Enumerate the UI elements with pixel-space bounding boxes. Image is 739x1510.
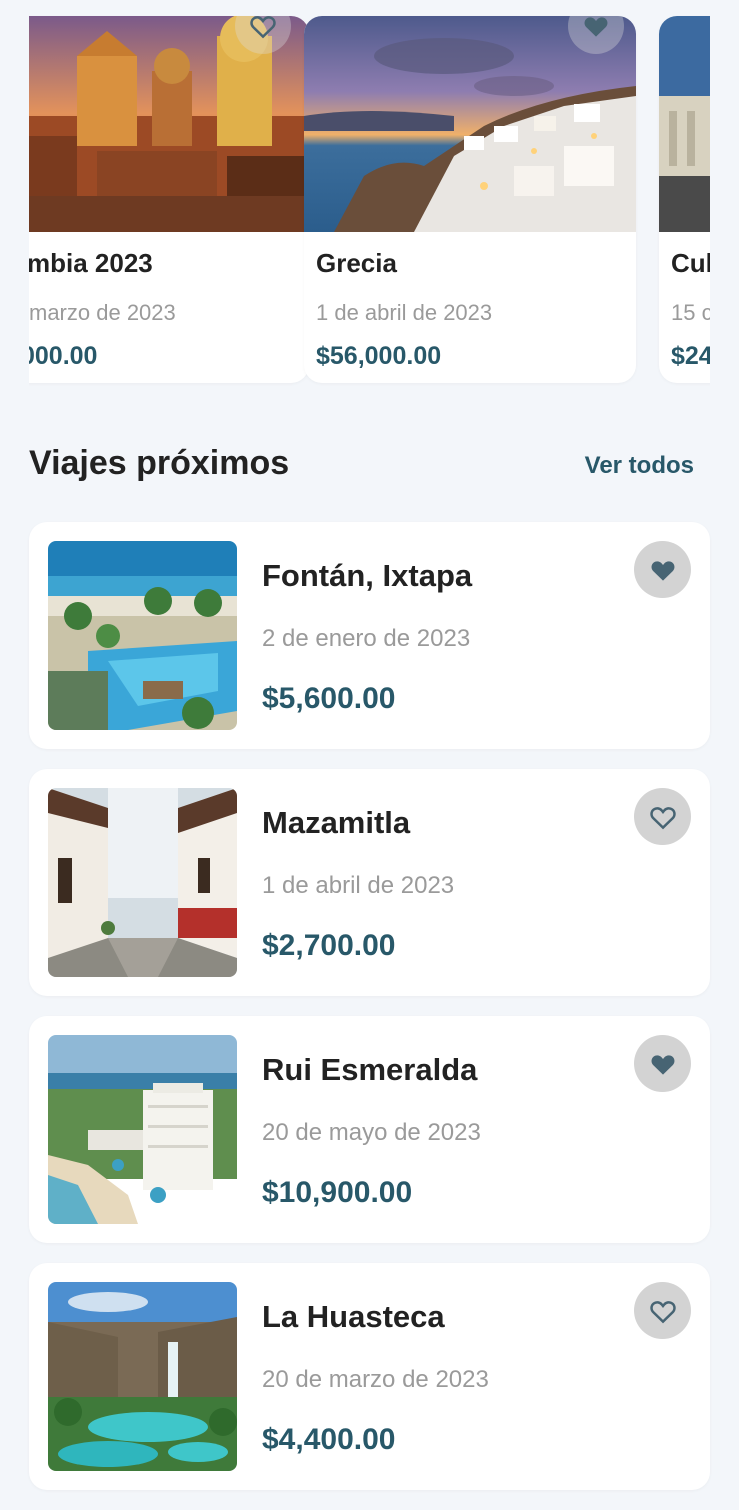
featured-trip-card[interactable]: Grecia 1 de abril de 2023 $56,000.00 <box>304 16 636 383</box>
favorite-button[interactable] <box>634 1282 691 1339</box>
featured-trip-card[interactable]: mbia 2023 marzo de 2023 000.00 <box>29 16 309 383</box>
featured-trip-title: Cul <box>671 248 710 278</box>
featured-trip-title: mbia 2023 <box>29 248 153 278</box>
favorite-button[interactable] <box>634 541 691 598</box>
heart-outline-icon <box>649 1300 676 1323</box>
trip-thumbnail <box>48 788 237 977</box>
trip-date: 2 de enero de 2023 <box>262 625 471 652</box>
trip-thumbnail <box>48 1035 237 1224</box>
featured-trip-date: marzo de 2023 <box>29 300 176 325</box>
trip-price: $4,400.00 <box>262 1423 396 1456</box>
heart-filled-icon <box>584 17 608 37</box>
featured-trip-price: $24 <box>671 342 710 370</box>
featured-trips-carousel[interactable]: mbia 2023 marzo de 2023 000.00 <box>29 0 710 400</box>
upcoming-trips-list: Fontán, Ixtapa 2 de enero de 2023 $5,600… <box>29 522 710 1510</box>
trip-card[interactable]: Rui Esmeralda 20 de mayo de 2023 $10,900… <box>29 1016 710 1243</box>
heart-outline-icon <box>649 806 676 829</box>
trip-card[interactable]: Mazamitla 1 de abril de 2023 $2,700.00 <box>29 769 710 996</box>
trip-date: 20 de mayo de 2023 <box>262 1119 481 1146</box>
trip-title: La Huasteca <box>262 1299 445 1334</box>
featured-trip-image <box>659 16 710 232</box>
trip-date: 1 de abril de 2023 <box>262 872 455 899</box>
featured-trip-card[interactable]: Cul 15 c $24 <box>659 16 710 383</box>
trip-title: Rui Esmeralda <box>262 1052 478 1087</box>
trip-thumbnail <box>48 1282 237 1471</box>
favorite-button[interactable] <box>634 788 691 845</box>
trip-price: $5,600.00 <box>262 682 396 715</box>
trip-card[interactable]: La Huasteca 20 de marzo de 2023 $4,400.0… <box>29 1263 710 1490</box>
favorite-button[interactable] <box>634 1035 691 1092</box>
featured-trip-title: Grecia <box>316 248 397 278</box>
trip-price: $2,700.00 <box>262 929 396 962</box>
heart-filled-icon <box>651 1054 674 1075</box>
trip-title: Fontán, Ixtapa <box>262 558 473 593</box>
trip-card[interactable]: Fontán, Ixtapa 2 de enero de 2023 $5,600… <box>29 522 710 749</box>
featured-trip-date: 15 c <box>671 300 710 325</box>
heart-filled-icon <box>651 560 674 581</box>
see-all-link[interactable]: Ver todos <box>585 452 694 480</box>
section-title: Viajes próximos <box>29 444 290 482</box>
featured-trip-date: 1 de abril de 2023 <box>316 300 493 325</box>
heart-outline-icon <box>250 16 276 39</box>
featured-trip-price: $56,000.00 <box>316 342 442 370</box>
featured-trip-price: 000.00 <box>29 342 98 370</box>
trip-date: 20 de marzo de 2023 <box>262 1366 489 1393</box>
trip-thumbnail <box>48 541 237 730</box>
trip-title: Mazamitla <box>262 805 411 840</box>
trip-price: $10,900.00 <box>262 1176 413 1209</box>
